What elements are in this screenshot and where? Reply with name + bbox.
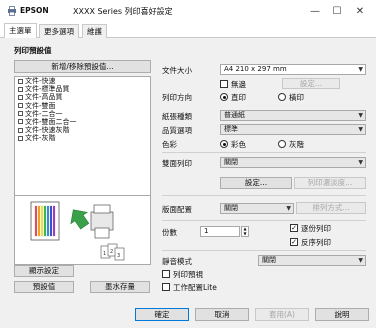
document-icon [18, 94, 23, 100]
tab-more-options[interactable]: 更多選項 [39, 24, 79, 39]
printer-icon [8, 6, 16, 16]
quality-select[interactable]: 標準 ▼ [220, 124, 366, 135]
duplex-select[interactable]: 關閉 ▼ [220, 157, 366, 168]
defaults-button[interactable]: 預設值 [14, 281, 74, 293]
cancel-button[interactable]: 取消 [195, 308, 249, 321]
ok-button[interactable]: 確定 [135, 308, 189, 321]
section-divider [162, 250, 366, 251]
copies-input[interactable]: 1 [200, 226, 240, 237]
maximize-button[interactable]: ☐ [327, 4, 347, 20]
document-icon [18, 119, 23, 125]
tab-main[interactable]: 主選單 [4, 23, 37, 39]
apply-button[interactable]: 套用(A) [255, 308, 309, 321]
print-preview-checkbox[interactable] [162, 270, 170, 278]
page-order-button[interactable]: 排列方式... [296, 202, 366, 214]
section-divider [162, 220, 366, 221]
tab-bar: 主選單 更多選項 維護 [0, 23, 376, 39]
presets-heading: 列印預設值 [14, 46, 52, 55]
svg-text:2: 2 [110, 249, 113, 255]
section-divider [162, 152, 366, 153]
document-icon [18, 127, 23, 133]
close-button[interactable]: ✕ [350, 4, 370, 20]
brand-name: EPSON [20, 6, 49, 15]
dialog-footer: 確定 取消 套用(A) 說明 [0, 300, 376, 328]
chevron-down-icon: ▼ [358, 159, 363, 166]
grayscale-label: 灰階 [289, 140, 304, 149]
landscape-radio[interactable] [278, 93, 286, 101]
print-preview-illustration: 1 2 3 [30, 201, 125, 261]
borderless-settings-button[interactable]: 設定... [282, 78, 340, 89]
color-radio[interactable] [220, 140, 228, 148]
paper-type-label: 紙張種類 [162, 112, 192, 121]
job-arranger-checkbox[interactable] [162, 283, 170, 291]
reverse-order-label: 反序列印 [301, 238, 331, 247]
job-arranger-label: 工作配置Lite [173, 283, 217, 292]
paper-type-select[interactable]: 普通紙 ▼ [220, 110, 366, 121]
document-icon [18, 86, 23, 92]
document-icon [18, 78, 23, 84]
section-divider [162, 195, 366, 196]
document-icon [18, 135, 23, 141]
duplex-label: 雙面列印 [162, 159, 192, 168]
multipage-select[interactable]: 關閉 ▼ [220, 203, 294, 214]
chevron-down-icon: ▼ [358, 112, 363, 119]
collate-checkbox[interactable]: ✓ [290, 224, 298, 232]
svg-text:3: 3 [117, 253, 120, 259]
duplex-settings-button[interactable]: 設定... [220, 177, 292, 189]
preset-item[interactable]: 文件-灰階 [15, 134, 150, 142]
chevron-down-icon: ▼ [358, 66, 363, 73]
title-bar: EPSON XXXX Series 列印喜好設定 — ☐ ✕ [0, 0, 376, 23]
paper-size-select[interactable]: A4 210 x 297 mm ▼ [220, 64, 366, 75]
print-density-button[interactable]: 列印濃淡度... [294, 177, 366, 189]
minimize-button[interactable]: — [305, 4, 325, 20]
chevron-down-icon: ▼ [358, 257, 363, 264]
print-preview-label: 列印預視 [173, 270, 203, 279]
reverse-order-checkbox[interactable]: ✓ [290, 238, 298, 246]
window-title: XXXX Series 列印喜好設定 [73, 7, 173, 16]
copies-stepper[interactable]: ▲ ▼ [241, 226, 249, 237]
color-option-label: 彩色 [231, 140, 246, 149]
color-label: 色彩 [162, 140, 177, 149]
tab-maintenance[interactable]: 維護 [82, 24, 107, 39]
orientation-label: 列印方向 [162, 93, 192, 102]
add-remove-presets-button[interactable]: 新增/移除預設值... [14, 60, 151, 73]
quality-label: 品質選項 [162, 126, 192, 135]
chevron-down-icon: ▼ [286, 205, 291, 212]
preset-item[interactable]: 文件-快速 [15, 77, 150, 85]
preset-item[interactable]: 文件-高品質 [15, 93, 150, 101]
show-settings-button[interactable]: 顯示設定 [14, 265, 74, 277]
portrait-radio[interactable] [220, 93, 228, 101]
document-icon [18, 111, 23, 117]
grayscale-radio[interactable] [278, 140, 286, 148]
preset-item[interactable]: 文件-二合一 [15, 110, 150, 118]
landscape-label: 橫印 [289, 93, 304, 102]
borderless-label: 無邊 [231, 80, 246, 89]
collate-label: 逐份列印 [301, 224, 331, 233]
print-preview-panel: 1 2 3 [14, 195, 151, 265]
copies-label: 份數 [162, 228, 177, 237]
paper-size-label: 文件大小 [162, 66, 192, 75]
portrait-label: 直印 [231, 93, 246, 102]
document-icon [18, 103, 23, 109]
help-button[interactable]: 說明 [315, 308, 369, 321]
chevron-down-icon[interactable]: ▼ [242, 231, 248, 237]
preset-item[interactable]: 文件-雙面二合一 [15, 118, 150, 126]
chevron-down-icon: ▼ [358, 126, 363, 133]
borderless-checkbox[interactable] [220, 80, 228, 88]
multipage-label: 版面配置 [162, 205, 192, 214]
preset-item[interactable]: 文件-雙面 [15, 102, 150, 110]
quiet-mode-label: 靜音模式 [162, 257, 192, 266]
main-panel: 列印預設值 新增/移除預設值... 文件-快速 文件-標準品質 文件-高品質 文… [0, 38, 376, 300]
ink-levels-button[interactable]: 墨水存量 [90, 281, 150, 293]
svg-text:1: 1 [103, 251, 106, 257]
quiet-mode-select[interactable]: 關閉 ▼ [258, 255, 366, 266]
